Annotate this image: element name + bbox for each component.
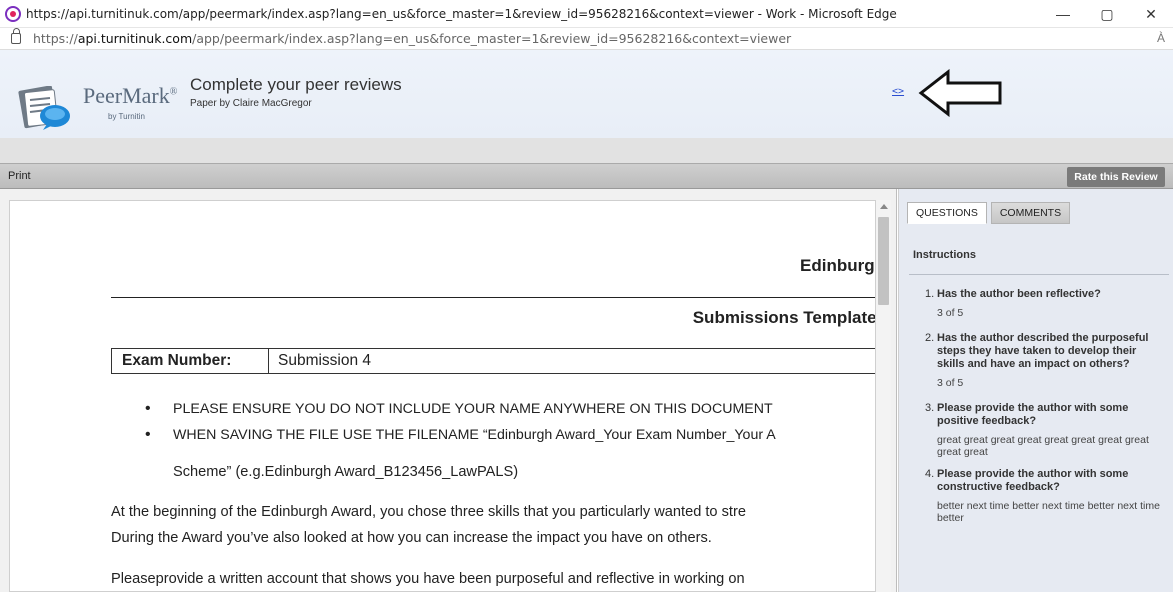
paragraph-line: At the beginning of the Edinburgh Award,… [111,504,746,520]
question-item[interactable]: 4. Please provide the author with some co… [925,468,1161,524]
panel-tabs: QUESTIONS COMMENTS [907,202,1074,224]
bullet-item: WHEN SAVING THE FILE USE THE FILENAME “E… [145,424,875,446]
question-number: 2. [925,332,935,344]
paragraph-line: Pleaseprovide a written account that sho… [111,571,745,587]
viewer-toolbar: Print Rate this Review [0,163,1173,189]
peermark-brand: PeerMark® [83,83,177,109]
question-label: Please provide the author with some cons… [937,468,1129,493]
url-path: /app/peermark/index.asp?lang=en_us&force… [192,31,792,46]
page-title: Complete your peer reviews [190,75,402,94]
url-text[interactable]: https://api.turnitinuk.com/app/peermark/… [33,31,791,46]
question-item[interactable]: 3. Please provide the author with some po… [925,402,1161,458]
tab-questions[interactable]: QUESTIONS [907,202,987,224]
window-title-bar: https://api.turnitinuk.com/app/peermark/… [0,0,1173,28]
question-answer: great great great great great great grea… [937,434,1149,458]
question-number: 3. [925,402,935,414]
lock-icon[interactable] [11,28,21,44]
tab-comments[interactable]: COMMENTS [990,202,1071,224]
close-button[interactable]: ✕ [1129,0,1173,28]
edge-browser-icon [5,5,21,22]
question-text: 3. Please provide the author with some po… [925,402,1161,428]
question-number: 4. [925,468,935,480]
left-arrow-annotation-icon [918,69,1002,117]
url-host: api.turnitinuk.com [77,31,193,46]
question-text: 4. Please provide the author with some co… [925,468,1161,494]
paper-author: Paper by Claire MacGregor [190,98,312,109]
peermark-logo-icon [18,86,70,130]
brand-byline: by Turnitin [108,112,145,121]
print-button[interactable]: Print [8,170,31,182]
instruction-bullets: PLEASE ENSURE YOU DO NOT INCLUDE YOUR NA… [145,398,875,446]
document-page: Edinburgh Submissions Template - Exam Nu… [9,200,876,592]
title-rule [111,297,875,298]
brand-registered-mark: ® [169,86,178,98]
question-number: 1. [925,288,935,300]
rate-review-button[interactable]: Rate this Review [1067,167,1165,187]
exam-number-label: Exam Number: [112,349,269,373]
paragraph-line: During the Award you’ve also looked at h… [111,530,712,546]
question-text: 2. Has the author described the purposefu… [925,332,1161,371]
minimize-button[interactable]: — [1041,0,1085,28]
document-scrollbar[interactable] [876,200,891,592]
question-item[interactable]: 1. Has the author been reflective? 3 of 5 [925,288,1161,319]
question-text: 1. Has the author been reflective? [925,288,1161,301]
exam-number-value: Submission 4 [278,352,372,369]
bullet-item: PLEASE ENSURE YOU DO NOT INCLUDE YOUR NA… [145,398,875,420]
address-bar[interactable]: https://api.turnitinuk.com/app/peermark/… [0,28,1173,50]
question-item[interactable]: 2. Has the author described the purposefu… [925,332,1161,389]
url-prefix: https:// [33,31,78,46]
instructions-link[interactable]: Instructions [913,249,976,261]
exam-number-table: Exam Number: Submission 4 [111,348,875,374]
review-panel: QUESTIONS COMMENTS Instructions 1. Has th… [898,189,1173,592]
bullet-continuation: Scheme” (e.g.Edinburgh Award_B123456_Law… [173,464,519,480]
scrollbar-thumb[interactable] [878,217,889,305]
question-label: Has the author described the purposeful … [937,332,1149,370]
read-aloud-icon[interactable]: À [1157,31,1165,45]
maximize-button[interactable]: ▢ [1085,0,1129,28]
question-label: Has the author been reflective? [937,288,1101,300]
question-answer: better next time better next time better… [937,500,1160,524]
window-title: https://api.turnitinuk.com/app/peermark/… [26,6,897,21]
questions-list: 1. Has the author been reflective? 3 of 5… [925,288,1161,530]
brand-text: PeerMark [83,83,170,108]
document-viewer[interactable]: Edinburgh Submissions Template - Exam Nu… [0,189,897,592]
question-answer: 3 of 5 [937,307,964,319]
scroll-up-icon[interactable] [880,204,888,209]
question-answer: 3 of 5 [937,377,964,389]
window-controls: — ▢ ✕ [1041,0,1173,28]
document-title: Edinburgh [800,256,875,275]
question-label: Please provide the author with some posi… [937,402,1129,427]
expand-panel-link[interactable]: <> [892,86,904,97]
header-separator-band [0,138,1173,163]
document-subtitle: Submissions Template - [692,308,876,327]
instructions-divider [909,274,1169,275]
